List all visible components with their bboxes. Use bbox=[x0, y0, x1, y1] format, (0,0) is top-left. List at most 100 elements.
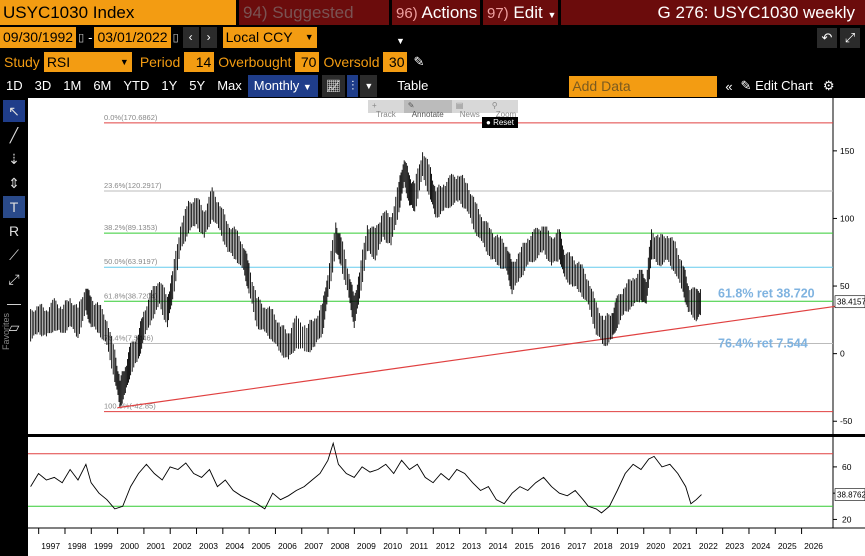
line-draw-icon[interactable]: ╱ bbox=[3, 124, 25, 146]
x-tick-label: 2025 bbox=[778, 541, 797, 551]
table-button[interactable]: Table bbox=[391, 75, 435, 97]
x-tick-label: 2004 bbox=[225, 541, 244, 551]
range-5y-button[interactable]: 5Y bbox=[183, 75, 212, 97]
fib-level-label: 38.2%(89.1353) bbox=[104, 223, 158, 232]
x-tick-label: 2024 bbox=[752, 541, 771, 551]
dollar-tool-icon[interactable]: ⇕ bbox=[3, 172, 25, 194]
period-input[interactable]: 14 bbox=[184, 52, 215, 72]
edit-menu-number: 97) bbox=[487, 5, 509, 22]
x-tick-label: 2011 bbox=[410, 541, 429, 551]
range-1m-button[interactable]: 1M bbox=[57, 75, 88, 97]
collapse-icon[interactable]: « bbox=[725, 79, 732, 94]
x-tick-label: 2015 bbox=[515, 541, 534, 551]
start-date-field[interactable]: 09/30/1992 bbox=[0, 27, 77, 48]
security-ticker[interactable]: USYC1030 Index bbox=[0, 0, 236, 25]
rsi-tick-label: 60 bbox=[842, 462, 852, 472]
x-tick-label: 2001 bbox=[146, 541, 165, 551]
range-1y-button[interactable]: 1Y bbox=[155, 75, 184, 97]
x-tick-label: 2026 bbox=[804, 541, 823, 551]
range-max-button[interactable]: Max bbox=[211, 75, 248, 97]
fib-level-label: 0.0%(170.6862) bbox=[104, 113, 158, 122]
calendar-icon[interactable]: ▯ bbox=[78, 31, 84, 44]
calendar-icon[interactable]: ▯ bbox=[173, 31, 179, 44]
suggested-charts-menu[interactable]: 94) Suggested Charts bbox=[239, 0, 389, 47]
maximize-icon[interactable]: ⤢ bbox=[840, 27, 860, 48]
bar-chart-icon[interactable]: ⫶ bbox=[347, 75, 359, 97]
range-ytd-button[interactable]: YTD bbox=[117, 75, 156, 97]
gear-icon[interactable]: ⚙︎ bbox=[823, 78, 835, 94]
frequency-select[interactable]: Monthly ▼ bbox=[247, 75, 318, 97]
x-tick-label: 1997 bbox=[41, 541, 60, 551]
x-tick-label: 2008 bbox=[331, 541, 350, 551]
chevron-down-icon: ▼ bbox=[547, 10, 557, 20]
price-tick-label: 50 bbox=[840, 281, 850, 291]
add-data-input[interactable]: Add Data bbox=[569, 75, 718, 97]
chart-area[interactable]: 1997 1998 1999 2000 2001 2002 2003 2004 2005 2006… bbox=[28, 98, 865, 556]
range-1d-button[interactable]: 1D bbox=[0, 75, 29, 97]
price-tick-label: -50 bbox=[840, 416, 853, 426]
retracement-annotation: 76.4% ret 7.544 bbox=[718, 336, 808, 350]
annotate-mode-button[interactable]: ✎ Annotate bbox=[403, 100, 452, 119]
x-tick-label: 2006 bbox=[278, 541, 297, 551]
currency-select[interactable]: Local CCY ▼ bbox=[222, 27, 317, 48]
period-label: Period bbox=[139, 54, 181, 70]
chevron-down-icon: ▼ bbox=[302, 82, 312, 92]
x-tick-label: 2005 bbox=[252, 541, 271, 551]
currency-value: Local CCY bbox=[225, 29, 293, 45]
rsi-last-value: 38.8762 bbox=[837, 491, 865, 500]
edit-menu[interactable]: 97) Edit ▼ bbox=[483, 0, 558, 25]
range-3d-button[interactable]: 3D bbox=[28, 75, 58, 97]
pencil-icon[interactable]: ✎ bbox=[413, 54, 424, 70]
pencil-icon: ✎ bbox=[740, 78, 752, 93]
cursor-icon[interactable]: ↖ bbox=[3, 100, 25, 122]
chevron-left-icon[interactable]: ‹ bbox=[182, 27, 199, 48]
trend-line-icon[interactable]: ⟋ bbox=[3, 244, 25, 266]
x-tick-label: 1998 bbox=[68, 541, 87, 551]
date-separator: - bbox=[88, 30, 93, 45]
horizontal-line-icon[interactable]: — bbox=[3, 292, 25, 314]
x-tick-label: 2019 bbox=[620, 541, 639, 551]
rsi-tick-label: 20 bbox=[842, 514, 852, 524]
edit-menu-label: Edit bbox=[513, 3, 543, 22]
reset-button[interactable]: ● Reset bbox=[482, 117, 518, 128]
price-last-value: 38.4157 bbox=[837, 298, 865, 307]
line-chart-icon[interactable]: 📈︎ bbox=[321, 75, 346, 97]
fib-level-label: 50.0%(63.9197) bbox=[104, 257, 158, 266]
price-tick-label: 100 bbox=[840, 213, 854, 223]
x-tick-label: 2000 bbox=[120, 541, 139, 551]
study-select[interactable]: RSI ▼ bbox=[43, 52, 132, 72]
fib-level-label: 23.6%(120.2917) bbox=[104, 181, 162, 190]
undo-icon[interactable]: ↶ bbox=[817, 27, 837, 48]
chart-title: G 276: USYC1030 weekly bbox=[561, 0, 865, 25]
overbought-label: Overbought bbox=[218, 54, 292, 70]
chart-svg[interactable]: 1997 1998 1999 2000 2001 2002 2003 2004 2005 2006… bbox=[28, 98, 865, 556]
chevron-down-icon: ▼ bbox=[304, 32, 314, 42]
chevron-right-icon[interactable]: › bbox=[200, 27, 217, 48]
x-tick-label: 2012 bbox=[436, 541, 455, 551]
news-mode-button[interactable]: ▤ News bbox=[452, 100, 488, 119]
actions-menu[interactable]: 96) Actions ▼ bbox=[392, 0, 480, 46]
study-bar: Study RSI ▼ Period 14 Overbought 70 Over… bbox=[0, 51, 865, 73]
overbought-input[interactable]: 70 bbox=[295, 52, 320, 72]
channel-tool-icon[interactable]: ⤢ bbox=[3, 268, 25, 290]
retracement-tool-icon[interactable]: R bbox=[3, 220, 25, 242]
news-mode-label: News bbox=[459, 110, 480, 119]
text-tool-icon[interactable]: T bbox=[3, 196, 25, 218]
track-mode-button[interactable]: + Track bbox=[368, 100, 404, 119]
x-tick-label: 2021 bbox=[673, 541, 692, 551]
percent-tool-icon[interactable]: ⇣ bbox=[3, 148, 25, 170]
zoom-mode-button[interactable]: ⚲ Zoom bbox=[488, 100, 524, 119]
x-tick-label: 2002 bbox=[173, 541, 192, 551]
chart-toolbar: 1D 3D 1M 6M YTD 1Y 5Y Max Monthly ▼ 📈︎ ⫶… bbox=[0, 75, 865, 97]
track-mode-label: Track bbox=[376, 110, 396, 119]
chevron-down-icon[interactable]: ▼ bbox=[360, 75, 378, 97]
price-tick-label: 150 bbox=[840, 146, 854, 156]
edit-chart-button[interactable]: ✎ Edit Chart bbox=[741, 78, 813, 94]
oversold-input[interactable]: 30 bbox=[383, 52, 408, 72]
x-tick-label: 2003 bbox=[199, 541, 218, 551]
x-tick-label: 2018 bbox=[594, 541, 613, 551]
end-date-field[interactable]: 03/01/2022 bbox=[94, 27, 171, 48]
x-tick-label: 2023 bbox=[725, 541, 744, 551]
range-6m-button[interactable]: 6M bbox=[87, 75, 118, 97]
x-tick-label: 2009 bbox=[357, 541, 376, 551]
